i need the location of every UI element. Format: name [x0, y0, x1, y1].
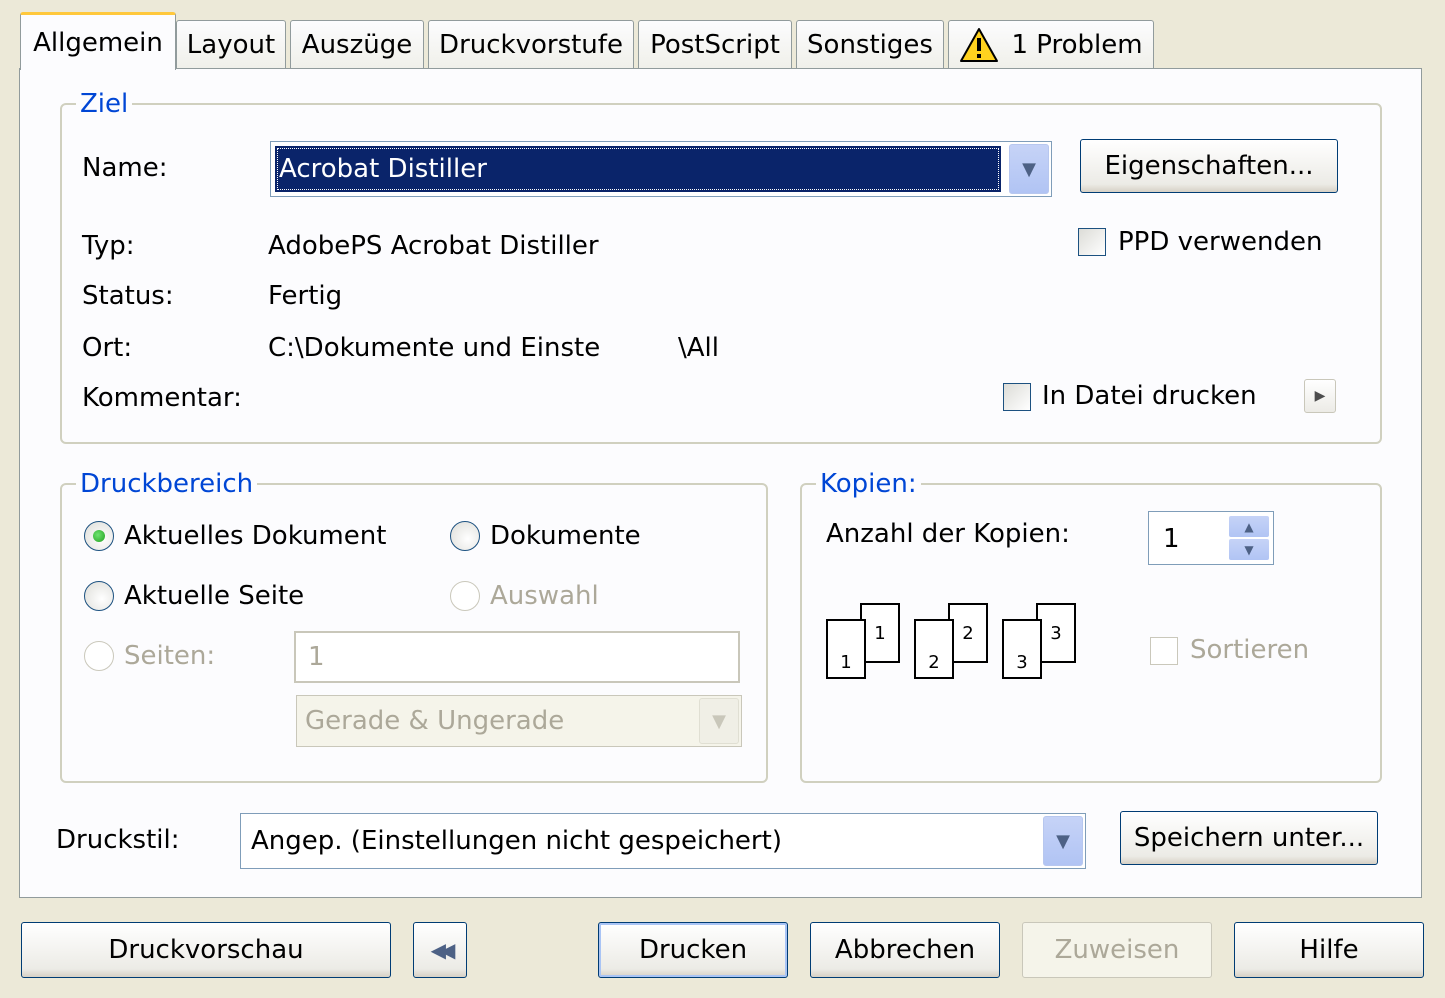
- tab-label: 1 Problem: [1011, 29, 1143, 60]
- warning-icon: [959, 27, 999, 63]
- kopien-legend: Kopien:: [820, 469, 917, 499]
- copy-page-back-3: 3: [1036, 603, 1076, 663]
- druckbereich-legend: Druckbereich: [80, 469, 254, 499]
- selection-label: Auswahl: [490, 581, 599, 611]
- hilfe-button[interactable]: Hilfe: [1234, 922, 1424, 978]
- location-label: Ort:: [82, 333, 133, 363]
- location-value: C:\Dokumente und Einste: [268, 333, 601, 363]
- copy-page-back-2: 2: [948, 603, 988, 663]
- selection-radio[interactable]: [450, 581, 480, 611]
- pages-input[interactable]: 1: [294, 631, 740, 683]
- tab-postscript[interactable]: PostScript: [638, 20, 792, 68]
- printer-name-value: Acrobat Distiller: [275, 146, 1001, 192]
- comment-label: Kommentar:: [82, 383, 242, 413]
- collate-label: Sortieren: [1190, 635, 1310, 665]
- tab-sonstiges[interactable]: Sonstiges: [796, 20, 944, 68]
- expand-arrow-button[interactable]: ▶: [1304, 379, 1336, 413]
- current-document-label: Aktuelles Dokument: [124, 521, 387, 551]
- tab-panel-allgemein: Ziel Name: Acrobat Distiller ▼ Eigenscha…: [19, 68, 1422, 898]
- tab-label: Layout: [186, 29, 276, 60]
- collate-illustration: 1 1 2 2 3 3: [826, 603, 1096, 683]
- parity-value: Gerade & Ungerade: [305, 706, 565, 736]
- tab-problem[interactable]: 1 Problem: [948, 20, 1154, 68]
- chevron-right-icon: ▶: [1314, 388, 1326, 404]
- copy-page-front-1: 1: [826, 619, 866, 679]
- pages-radio[interactable]: [84, 641, 114, 671]
- tab-label: PostScript: [650, 29, 780, 60]
- copies-count-label: Anzahl der Kopien:: [826, 519, 1070, 549]
- stepper-up-icon[interactable]: ▲: [1229, 516, 1269, 537]
- abbrechen-button[interactable]: Abbrechen: [810, 922, 1000, 978]
- status-label: Status:: [82, 281, 174, 311]
- chevron-down-icon[interactable]: ▼: [1009, 144, 1049, 194]
- zuweisen-button[interactable]: Zuweisen: [1022, 922, 1212, 978]
- print-to-file-label: In Datei drucken: [1042, 381, 1257, 411]
- current-page-label: Aktuelle Seite: [124, 581, 305, 611]
- tab-auszuege[interactable]: Auszüge: [290, 20, 424, 68]
- type-value: AdobePS Acrobat Distiller: [268, 231, 599, 261]
- copies-count-stepper[interactable]: 1 ▲ ▼: [1148, 511, 1274, 565]
- current-document-radio[interactable]: [84, 521, 114, 551]
- tab-druckvorstufe[interactable]: Druckvorstufe: [428, 20, 634, 68]
- eigenschaften-button[interactable]: Eigenschaften...: [1080, 139, 1338, 193]
- location-value-tail: \All: [678, 333, 719, 363]
- type-label: Typ:: [82, 231, 135, 261]
- collapse-left-button[interactable]: ◀◀: [413, 922, 467, 978]
- print-to-file-checkbox[interactable]: [1003, 383, 1031, 411]
- druckvorschau-button[interactable]: Druckvorschau: [21, 922, 391, 978]
- tab-label: Sonstiges: [807, 29, 933, 60]
- chevron-down-icon[interactable]: ▼: [699, 698, 739, 744]
- name-label: Name:: [82, 153, 168, 183]
- druckstil-label: Druckstil:: [56, 825, 180, 855]
- druckstil-select[interactable]: Angep. (Einstellungen nicht gespeichert)…: [240, 813, 1086, 869]
- ziel-legend: Ziel: [80, 89, 129, 119]
- copy-page-back-1: 1: [860, 603, 900, 663]
- ppd-label: PPD verwenden: [1118, 227, 1323, 257]
- stepper-down-icon[interactable]: ▼: [1229, 539, 1269, 560]
- parity-select[interactable]: Gerade & Ungerade ▼: [296, 695, 742, 747]
- druckstil-value: Angep. (Einstellungen nicht gespeichert): [251, 826, 782, 856]
- collate-checkbox[interactable]: [1150, 637, 1178, 665]
- speichern-unter-button[interactable]: Speichern unter...: [1120, 811, 1378, 865]
- documents-label: Dokumente: [490, 521, 641, 551]
- drucken-button[interactable]: Drucken: [598, 922, 788, 978]
- documents-radio[interactable]: [450, 521, 480, 551]
- copy-page-front-2: 2: [914, 619, 954, 679]
- ppd-checkbox[interactable]: [1078, 228, 1106, 256]
- tab-label: Druckvorstufe: [439, 29, 623, 60]
- tab-label: Auszüge: [301, 29, 413, 60]
- chevron-down-icon[interactable]: ▼: [1043, 816, 1083, 866]
- copy-page-front-3: 3: [1002, 619, 1042, 679]
- pages-label: Seiten:: [124, 641, 216, 671]
- printer-name-select[interactable]: Acrobat Distiller ▼: [270, 141, 1052, 197]
- tab-allgemein[interactable]: Allgemein: [20, 12, 176, 70]
- current-page-radio[interactable]: [84, 581, 114, 611]
- tab-layout[interactable]: Layout: [176, 20, 286, 68]
- copies-count-value: 1: [1163, 524, 1180, 554]
- status-value: Fertig: [268, 281, 343, 311]
- double-chevron-left-icon: ◀◀: [430, 938, 456, 962]
- tab-label: Allgemein: [33, 27, 163, 58]
